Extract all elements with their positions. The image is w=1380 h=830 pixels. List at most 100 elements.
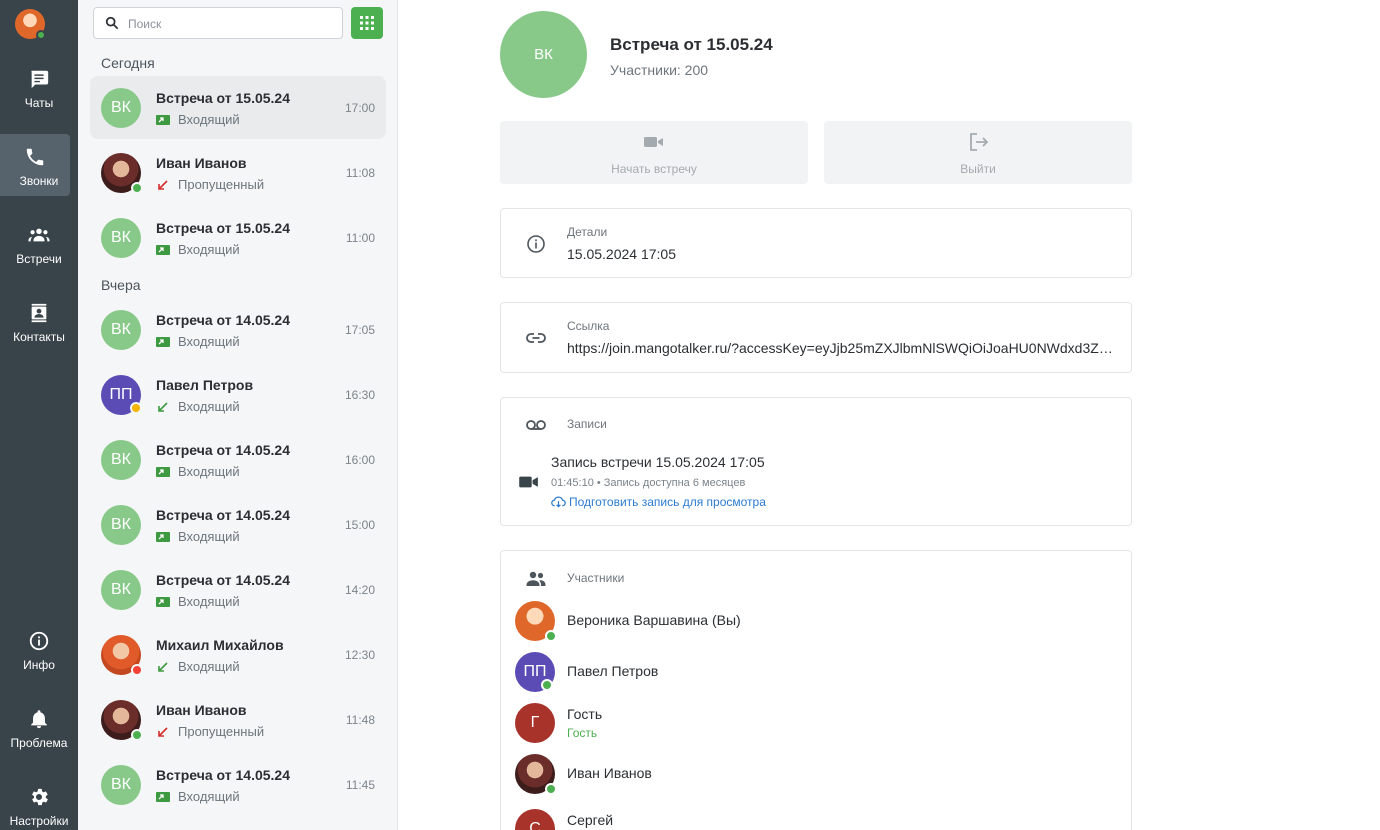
nav-item-info[interactable]: Инфо bbox=[0, 618, 78, 680]
call-row[interactable]: ВК Встреча от 14.05.24 Входящий 15:00 bbox=[90, 493, 386, 556]
meeting-avatar: ВК bbox=[500, 11, 587, 98]
call-row[interactable]: ВК Встреча от 14.05.24 Входящий 17:05 bbox=[90, 298, 386, 361]
call-time: 11:00 bbox=[345, 231, 375, 245]
call-name: Михаил Михайлов bbox=[156, 637, 284, 653]
missed-call-icon bbox=[158, 180, 168, 190]
call-name: Встреча от 14.05.24 bbox=[156, 507, 290, 523]
call-avatar bbox=[101, 635, 143, 676]
records-label: Записи bbox=[567, 417, 607, 431]
leave-button[interactable]: Выйти bbox=[824, 121, 1132, 184]
video-call-icon bbox=[156, 532, 170, 542]
prepare-record-label: Подготовить запись для просмотра bbox=[569, 495, 766, 509]
call-time: 14:20 bbox=[344, 583, 375, 597]
search-input[interactable] bbox=[128, 14, 328, 33]
record-meta: 01:45:10 • Запись доступна 6 месяцев bbox=[551, 477, 746, 489]
participant-avatar bbox=[515, 754, 557, 795]
participant-row[interactable]: ПП Павел Петров bbox=[515, 652, 1115, 692]
participant-name: Павел Петров bbox=[567, 663, 659, 679]
call-row[interactable]: Иван Иванов Пропущенный 11:08 bbox=[90, 141, 386, 204]
call-avatar: ВК bbox=[101, 218, 141, 258]
status-dot bbox=[131, 182, 143, 194]
status-dot bbox=[130, 402, 142, 414]
exit-icon bbox=[970, 133, 989, 151]
call-row[interactable]: ПП Павел Петров Входящий 16:30 bbox=[90, 363, 386, 426]
participant-name: Вероника Варшавина (Вы) bbox=[567, 612, 741, 628]
call-type: Входящий bbox=[178, 594, 240, 609]
prepare-record-link[interactable]: Подготовить запись для просмотра bbox=[551, 495, 766, 509]
nav-item-problem[interactable]: Проблема bbox=[0, 696, 78, 758]
user-avatar[interactable] bbox=[15, 9, 46, 40]
phone-icon bbox=[26, 148, 44, 166]
incoming-call-icon bbox=[158, 402, 168, 412]
meeting-link[interactable]: https://join.mangotalker.ru/?accessKey=e… bbox=[567, 340, 1119, 356]
call-avatar bbox=[101, 700, 143, 741]
status-dot bbox=[545, 783, 557, 795]
leave-label: Выйти bbox=[960, 162, 996, 176]
dialpad-button[interactable] bbox=[351, 7, 383, 39]
call-name: Встреча от 14.05.24 bbox=[156, 442, 290, 458]
online-status-dot bbox=[36, 30, 46, 40]
call-avatar: ВК bbox=[101, 570, 141, 610]
bell-icon bbox=[31, 710, 47, 729]
call-type: Входящий bbox=[178, 399, 240, 414]
status-dot bbox=[541, 679, 553, 691]
call-time: 11:08 bbox=[345, 166, 375, 180]
call-row[interactable]: ВК Встреча от 15.05.24 Входящий 17:00 bbox=[90, 76, 386, 139]
cloud-download-icon bbox=[551, 496, 566, 508]
call-time: 17:05 bbox=[344, 323, 375, 337]
video-call-icon bbox=[156, 597, 170, 607]
link-card: Ссылка https://join.mangotalker.ru/?acce… bbox=[500, 302, 1132, 373]
video-call-icon bbox=[156, 245, 170, 255]
call-avatar: ВК bbox=[101, 88, 141, 128]
participant-avatar: Г bbox=[515, 703, 555, 743]
nav-label: Контакты bbox=[13, 330, 65, 344]
info-icon bbox=[527, 235, 545, 253]
participant-row[interactable]: Иван Иванов bbox=[515, 754, 1115, 795]
call-row[interactable]: ВК Встреча от 14.05.24 Входящий 16:00 bbox=[90, 428, 386, 491]
participant-row[interactable]: Г Гость Гость bbox=[515, 703, 1115, 743]
nav-label: Чаты bbox=[24, 96, 54, 110]
call-type: Входящий bbox=[178, 789, 240, 804]
left-nav: Чаты Звонки Встречи Контакты Инфо Пробле… bbox=[0, 0, 78, 830]
call-type: Входящий bbox=[178, 529, 240, 544]
call-row[interactable]: ВК Встреча от 15.05.24 Входящий 11:00 bbox=[90, 206, 386, 269]
gear-icon bbox=[32, 788, 48, 806]
nav-label: Проблема bbox=[10, 736, 68, 750]
voicemail-icon bbox=[526, 420, 546, 430]
call-row[interactable]: Михаил Михайлов Входящий 12:30 bbox=[90, 623, 386, 686]
start-meeting-button[interactable]: Начать встречу bbox=[500, 121, 808, 184]
link-icon bbox=[526, 333, 546, 343]
search-box[interactable] bbox=[93, 7, 343, 39]
meeting-detail-panel: ВК Встреча от 15.05.24 Участники: 200 На… bbox=[398, 0, 1380, 830]
call-time: 15:00 bbox=[344, 518, 375, 532]
call-avatar: ВК bbox=[101, 505, 141, 545]
participant-name: Гость bbox=[567, 706, 603, 722]
video-call-icon bbox=[156, 337, 170, 347]
participant-row[interactable]: Вероника Варшавина (Вы) bbox=[515, 601, 1115, 642]
meeting-title: Встреча от 15.05.24 bbox=[610, 35, 773, 54]
call-name: Иван Иванов bbox=[156, 155, 247, 171]
nav-item-contacts[interactable]: Контакты bbox=[0, 290, 78, 352]
call-name: Встреча от 14.05.24 bbox=[156, 572, 290, 588]
call-row[interactable]: ВК Встреча от 14.05.24 Входящий 11:45 bbox=[90, 753, 386, 816]
details-value: 15.05.2024 17:05 bbox=[567, 246, 676, 262]
participant-row[interactable]: С Сергей bbox=[515, 809, 1115, 830]
details-card: Детали 15.05.2024 17:05 bbox=[500, 208, 1132, 278]
nav-label: Настройки bbox=[9, 814, 69, 828]
record-title: Запись встречи 15.05.2024 17:05 bbox=[551, 454, 765, 470]
call-row[interactable]: ВК Встреча от 14.05.24 Входящий 14:20 bbox=[90, 558, 386, 621]
call-avatar: ВК bbox=[101, 765, 141, 805]
call-type: Входящий bbox=[178, 464, 240, 479]
nav-item-settings[interactable]: Настройки bbox=[0, 774, 78, 830]
nav-item-calls[interactable]: Звонки bbox=[0, 134, 70, 196]
participant-role: Гость bbox=[567, 726, 598, 740]
call-avatar bbox=[101, 153, 143, 194]
nav-item-meetings[interactable]: Встречи bbox=[0, 212, 78, 274]
start-meeting-label: Начать встречу bbox=[611, 162, 697, 176]
call-type: Входящий bbox=[178, 112, 240, 127]
video-call-icon bbox=[156, 115, 170, 125]
participant-avatar bbox=[515, 601, 557, 642]
nav-item-chats[interactable]: Чаты bbox=[0, 56, 78, 118]
call-name: Встреча от 14.05.24 bbox=[156, 767, 290, 783]
call-row[interactable]: Иван Иванов Пропущенный 11:48 bbox=[90, 688, 386, 751]
